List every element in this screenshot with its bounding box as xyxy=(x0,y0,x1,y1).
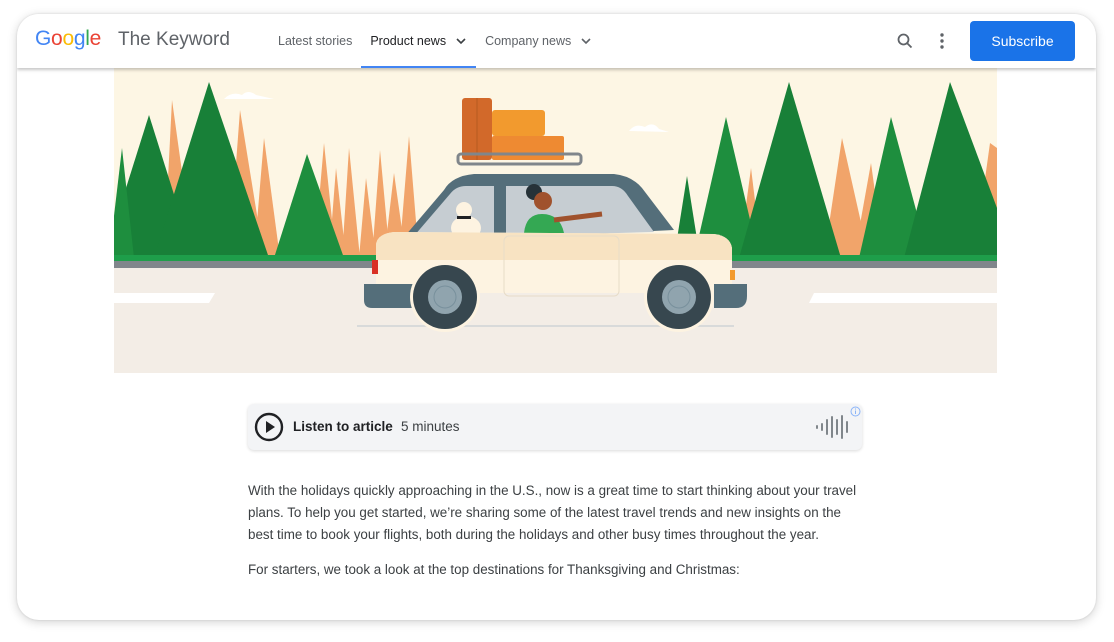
nav-label: Company news xyxy=(485,34,572,48)
more-vert-icon xyxy=(940,33,944,49)
car-road-trip-illustration xyxy=(114,68,997,373)
site-brand[interactable]: The Keyword xyxy=(118,29,230,51)
rear-wheel xyxy=(410,262,480,332)
logo-letter: G xyxy=(35,27,52,50)
main-nav: Latest stories Product news Company news xyxy=(269,14,601,68)
search-button[interactable] xyxy=(893,29,917,53)
lane-marking xyxy=(114,293,215,303)
nav-company-news[interactable]: Company news xyxy=(476,14,601,68)
logo-letter: o xyxy=(51,27,63,50)
article-paragraph: With the holidays quickly approaching in… xyxy=(248,483,857,542)
logo-letter: o xyxy=(62,27,74,50)
article-body: With the holidays quickly approaching in… xyxy=(248,480,868,594)
article-paragraph: For starters, we took a look at the top … xyxy=(248,562,740,577)
google-logo[interactable]: Google xyxy=(35,27,101,51)
front-bumper xyxy=(714,284,747,308)
site-header: Google The Keyword Latest stories Produc… xyxy=(17,14,1096,68)
listen-to-article-player: Listen to article 5 minutes xyxy=(248,404,862,450)
lane-marking xyxy=(809,293,997,303)
listen-label[interactable]: Listen to article xyxy=(293,419,393,434)
listen-duration: 5 minutes xyxy=(401,419,460,434)
chevron-down-icon xyxy=(456,38,466,45)
info-icon[interactable] xyxy=(850,406,861,417)
more-options-button[interactable] xyxy=(930,29,954,53)
hero-illustration xyxy=(114,68,997,373)
browser-frame: Google The Keyword Latest stories Produc… xyxy=(17,14,1096,620)
search-icon xyxy=(897,33,913,49)
nav-label: Product news xyxy=(370,34,447,48)
nav-latest-stories[interactable]: Latest stories xyxy=(269,14,361,68)
play-icon[interactable] xyxy=(254,412,284,442)
nav-product-news[interactable]: Product news xyxy=(361,14,476,68)
audio-wave-icon xyxy=(816,415,848,439)
logo-letter: g xyxy=(73,27,86,50)
nav-label: Latest stories xyxy=(278,34,353,48)
front-wheel xyxy=(644,262,714,332)
chevron-down-icon xyxy=(581,38,591,45)
logo-letter: e xyxy=(89,27,102,50)
subscribe-button[interactable]: Subscribe xyxy=(970,21,1075,61)
rear-bumper xyxy=(364,284,414,308)
